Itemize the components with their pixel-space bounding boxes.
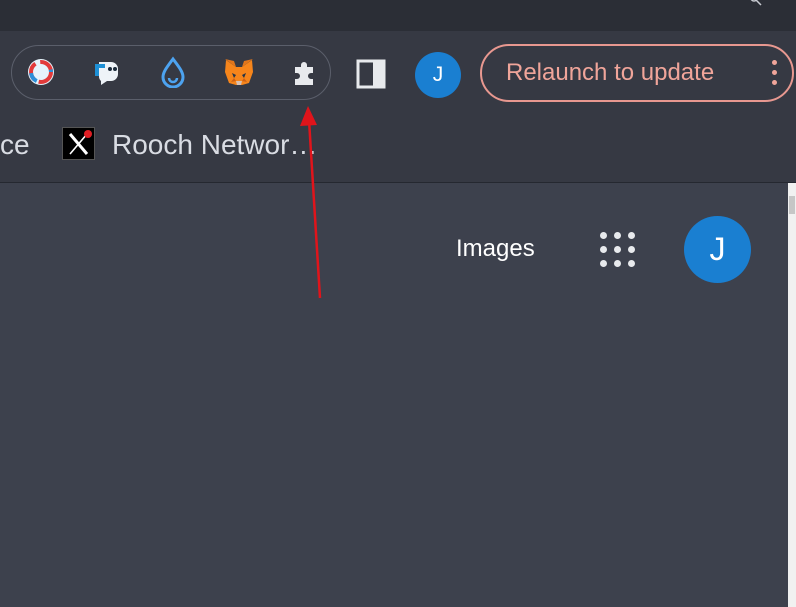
page-content: [0, 183, 788, 607]
side-panel-icon[interactable]: [356, 59, 386, 89]
metamask-fox-icon[interactable]: [222, 55, 256, 89]
bookmarks-bar: ce Rooch Networ…: [0, 119, 796, 183]
extensions-container: [11, 45, 331, 100]
window-titlebar: [0, 0, 796, 31]
images-link[interactable]: Images: [456, 235, 535, 263]
puzzle-piece-icon[interactable]: [288, 55, 322, 89]
more-menu-icon[interactable]: [772, 60, 778, 86]
colorful-ring-extension-icon[interactable]: [24, 55, 58, 89]
scrollbar[interactable]: [788, 183, 796, 607]
bookmark-partial-label[interactable]: ce: [0, 129, 30, 161]
scrollbar-thumb[interactable]: [789, 196, 795, 214]
annotation-arrow: [300, 106, 322, 299]
droplet-extension-icon[interactable]: [156, 55, 190, 89]
relaunch-label: Relaunch to update: [506, 59, 715, 86]
relaunch-to-update-button[interactable]: Relaunch to update: [480, 44, 794, 102]
ghost-extension-icon[interactable]: [90, 55, 124, 89]
search-icon[interactable]: [750, 0, 762, 6]
profile-avatar[interactable]: J: [415, 52, 461, 98]
x-logo-icon: [62, 127, 95, 160]
account-avatar[interactable]: J: [684, 216, 751, 283]
bookmark-rooch-network[interactable]: Rooch Networ…: [112, 129, 317, 161]
google-apps-icon[interactable]: [600, 232, 636, 268]
